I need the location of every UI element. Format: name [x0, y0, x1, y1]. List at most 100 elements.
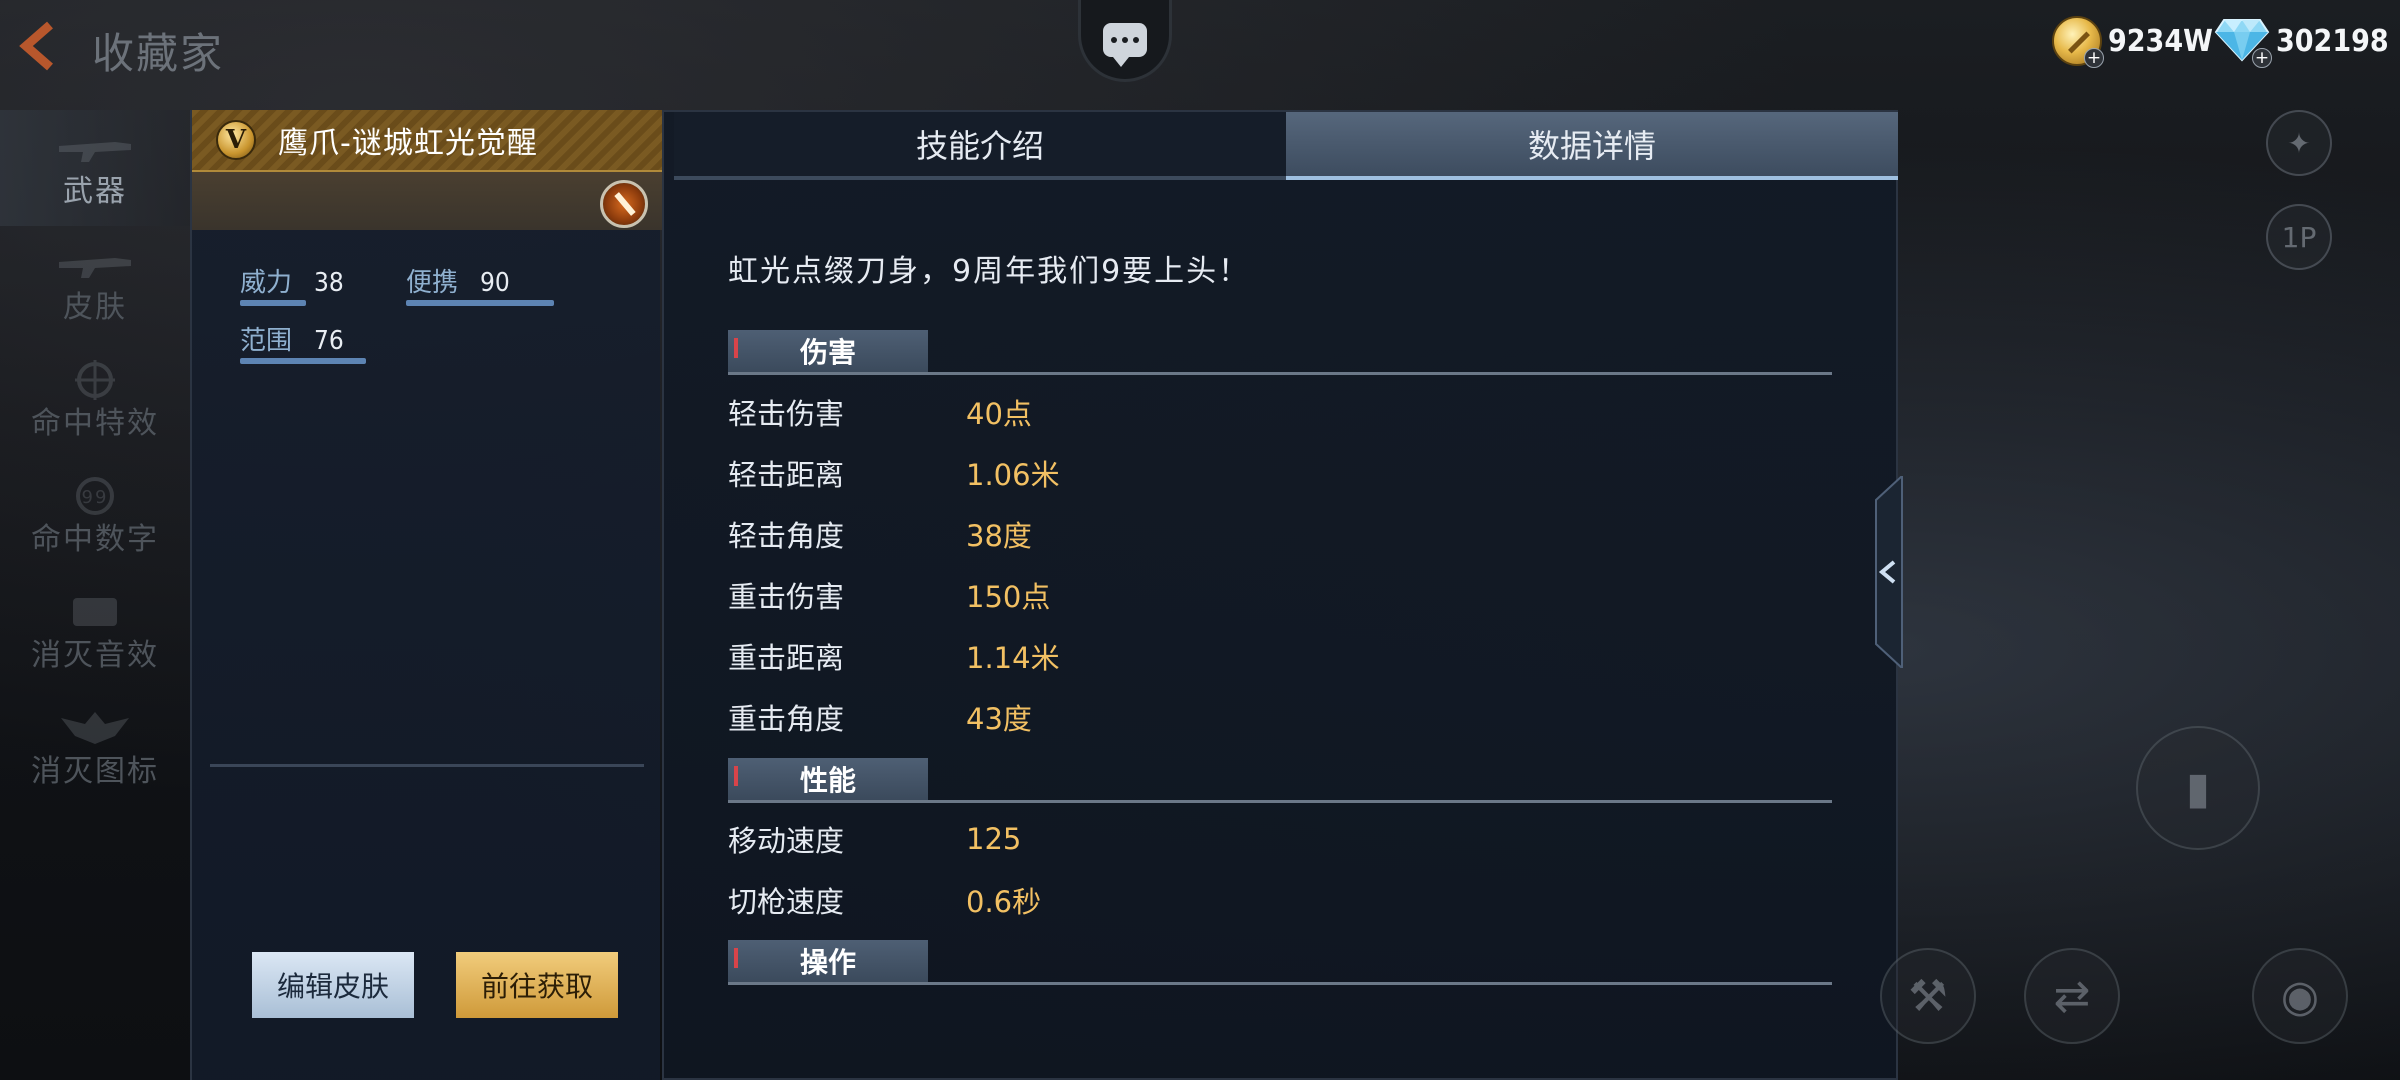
stat-label: 威力 — [240, 268, 293, 298]
obtain-button[interactable]: 前往获取 — [456, 952, 618, 1018]
skull-wings-icon — [61, 712, 129, 744]
stat-value: 76 — [314, 326, 344, 356]
collapse-panel-tab[interactable] — [1868, 473, 1904, 671]
stat-range: 范围 76 — [240, 320, 366, 364]
stat-key: 轻击伤害 — [728, 397, 845, 431]
diamond-currency[interactable]: + 302198 — [2214, 16, 2389, 68]
section-divider — [728, 372, 1832, 375]
diamond-icon: + — [2214, 16, 2272, 68]
section-header-damage: 伤害 — [728, 330, 1832, 376]
swap-icon[interactable]: ⇄ — [2024, 948, 2120, 1044]
number-badge-icon: 99 — [76, 477, 114, 515]
stat-key: 轻击角度 — [728, 519, 845, 553]
stat-row: 轻击距离 1.06米 — [728, 453, 1060, 493]
gamepad-icon[interactable]: ✦ — [2266, 110, 2332, 176]
skin-description: 虹光点缀刀身，9周年我们9要上头！ — [728, 254, 1251, 289]
chat-icon — [1103, 22, 1147, 67]
rank-badge-icon: V — [216, 120, 256, 160]
edit-skin-button[interactable]: 编辑皮肤 — [252, 952, 414, 1018]
plus-icon: + — [2252, 48, 2272, 68]
skin-subheader — [192, 172, 662, 230]
stat-bar — [406, 300, 554, 306]
stat-value: 40点 — [966, 397, 1032, 431]
stat-key: 移动速度 — [728, 824, 845, 858]
stat-row: 轻击角度 38度 — [728, 514, 1032, 554]
bullet-icon[interactable]: ▮ — [2136, 726, 2260, 850]
stat-row: 切枪速度 0.6秒 — [728, 880, 1041, 920]
plus-icon: + — [2084, 48, 2104, 68]
tab-skill-intro[interactable]: 技能介绍 — [674, 112, 1286, 180]
chevron-left-icon — [19, 21, 53, 71]
gun-skin-icon — [59, 258, 131, 278]
section-divider — [728, 982, 1832, 985]
stat-row: 重击角度 43度 — [728, 697, 1032, 737]
stat-key: 轻击距离 — [728, 458, 845, 492]
gold-amount: 9234W — [2108, 23, 2213, 59]
section-title: 伤害 — [728, 330, 928, 372]
nav-item-kill-icon[interactable]: 消灭图标 — [0, 690, 190, 806]
nav-item-label: 消灭音效 — [31, 638, 159, 673]
nav-item-label: 皮肤 — [63, 290, 127, 325]
stat-key: 重击角度 — [728, 702, 845, 736]
stat-bar — [240, 358, 366, 364]
nav-item-label: 命中数字 — [31, 522, 159, 557]
detail-panel: 技能介绍 数据详情 虹光点缀刀身，9周年我们9要上头！ 伤害 轻击伤害 40点 … — [662, 110, 1898, 1080]
visibility-icon[interactable]: ◉ — [2252, 948, 2348, 1044]
tab-bar: 技能介绍 数据详情 — [674, 112, 1898, 180]
nav-item-weapon[interactable]: 武器 — [0, 110, 190, 226]
stat-row: 重击伤害 150点 — [728, 575, 1050, 615]
stat-value: 38度 — [966, 519, 1032, 553]
perspective-toggle[interactable]: 1P — [2266, 204, 2332, 270]
svg-text:99: 99 — [82, 487, 109, 508]
stat-label: 便携 — [406, 268, 459, 298]
stat-power: 威力 38 — [240, 262, 344, 306]
stat-row: 轻击伤害 40点 — [728, 392, 1032, 432]
stat-key: 切枪速度 — [728, 885, 845, 919]
top-bar: 收藏家 + 9234W + 302198 — [0, 0, 2400, 100]
stat-value: 90 — [480, 268, 510, 298]
stat-bar — [240, 300, 306, 306]
rifle-icon — [59, 142, 131, 162]
stat-row: 移动速度 125 — [728, 819, 1021, 859]
section-header-performance: 性能 — [728, 758, 1832, 804]
melee-type-icon[interactable] — [600, 180, 648, 228]
category-nav: 武器 皮肤 命中特效 99 命中数字 消灭音效 消灭图标 — [0, 110, 190, 806]
back-button[interactable] — [10, 18, 66, 74]
nav-item-label: 消灭图标 — [31, 754, 159, 789]
gold-currency[interactable]: + 9234W — [2052, 16, 2213, 68]
stat-value: 38 — [314, 268, 344, 298]
skin-header: V 鹰爪-谜城虹光觉醒 — [192, 110, 662, 172]
section-divider — [728, 800, 1832, 803]
stat-portability: 便携 90 — [406, 262, 554, 306]
section-header-operation: 操作 — [728, 940, 1832, 986]
divider — [210, 764, 644, 767]
page-title: 收藏家 — [92, 29, 225, 78]
section-title: 操作 — [728, 940, 928, 982]
melee-icon[interactable]: ⚒ — [1880, 948, 1976, 1044]
stat-value: 150点 — [966, 580, 1051, 614]
nav-item-hit-number[interactable]: 99 命中数字 — [0, 458, 190, 574]
crosshair-icon — [75, 360, 115, 400]
stat-value: 0.6秒 — [966, 885, 1042, 919]
stat-key: 重击伤害 — [728, 580, 845, 614]
tab-data-details[interactable]: 数据详情 — [1286, 112, 1898, 180]
stat-value: 1.14米 — [966, 641, 1060, 675]
skin-panel: V 鹰爪-谜城虹光觉醒 威力 38 便携 90 范围 76 编辑皮肤 前往获取 — [190, 110, 662, 1080]
nav-item-kill-sound[interactable]: 消灭音效 — [0, 574, 190, 690]
chevron-left-icon — [1875, 473, 1903, 671]
nav-item-hit-effect[interactable]: 命中特效 — [0, 342, 190, 458]
skin-name: 鹰爪-谜城虹光觉醒 — [278, 126, 538, 161]
gold-coin-icon: + — [2052, 16, 2104, 68]
chat-button[interactable] — [1078, 0, 1172, 82]
stat-value: 1.06米 — [966, 458, 1060, 492]
stat-value: 125 — [966, 822, 1022, 856]
stat-key: 重击距离 — [728, 641, 845, 675]
sound-icon — [73, 598, 117, 626]
stat-value: 43度 — [966, 702, 1032, 736]
nav-item-label: 武器 — [63, 174, 127, 209]
nav-item-skin[interactable]: 皮肤 — [0, 226, 190, 342]
stat-row: 重击距离 1.14米 — [728, 636, 1060, 676]
section-title: 性能 — [728, 758, 928, 800]
diamond-amount: 302198 — [2276, 23, 2389, 59]
stat-label: 范围 — [240, 326, 293, 356]
